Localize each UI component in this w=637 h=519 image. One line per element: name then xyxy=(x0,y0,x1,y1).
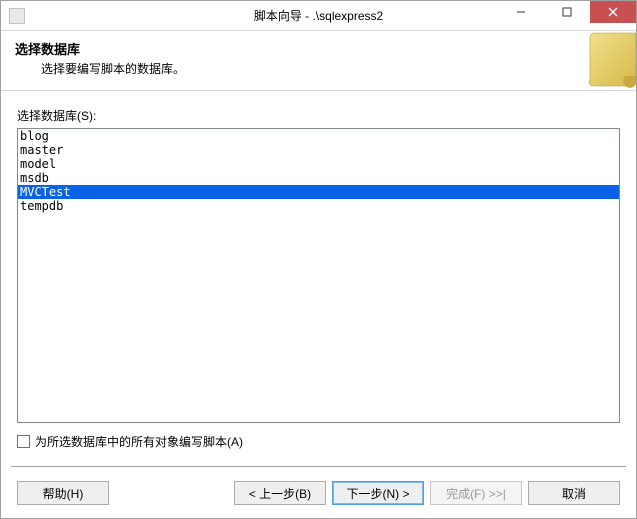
next-button[interactable]: 下一步(N) > xyxy=(332,481,424,505)
maximize-icon xyxy=(562,7,572,17)
page-subtitle: 选择要编写脚本的数据库。 xyxy=(41,60,622,77)
back-button[interactable]: < 上一步(B) xyxy=(234,481,326,505)
close-button[interactable] xyxy=(590,1,636,23)
list-item[interactable]: tempdb xyxy=(18,199,619,213)
script-all-checkbox[interactable] xyxy=(17,435,30,448)
minimize-icon xyxy=(516,7,526,17)
window-controls xyxy=(498,1,636,30)
minimize-button[interactable] xyxy=(498,1,544,23)
database-listbox[interactable]: blogmastermodelmsdbMVCTesttempdb xyxy=(17,128,620,423)
script-all-checkbox-row[interactable]: 为所选数据库中的所有对象编写脚本(A) xyxy=(17,433,620,450)
content-area: 选择数据库(S): blogmastermodelmsdbMVCTesttemp… xyxy=(1,91,636,458)
page-title: 选择数据库 xyxy=(15,39,622,58)
scroll-graphic xyxy=(586,31,636,91)
maximize-button[interactable] xyxy=(544,1,590,23)
help-button[interactable]: 帮助(H) xyxy=(17,481,109,505)
list-label: 选择数据库(S): xyxy=(17,107,620,124)
cancel-button[interactable]: 取消 xyxy=(528,481,620,505)
list-item[interactable]: blog xyxy=(18,129,619,143)
close-icon xyxy=(608,7,618,17)
list-item[interactable]: MVCTest xyxy=(18,185,619,199)
finish-button: 完成(F) >>| xyxy=(430,481,522,505)
wizard-window: 脚本向导 - .\sqlexpress2 选择数据库 选择要编写脚本的数据库。 xyxy=(0,0,637,519)
script-all-label: 为所选数据库中的所有对象编写脚本(A) xyxy=(35,433,243,450)
footer: 帮助(H) < 上一步(B) 下一步(N) > 完成(F) >>| 取消 xyxy=(1,468,636,518)
wizard-header: 选择数据库 选择要编写脚本的数据库。 xyxy=(1,31,636,91)
titlebar: 脚本向导 - .\sqlexpress2 xyxy=(1,1,636,31)
list-item[interactable]: msdb xyxy=(18,171,619,185)
app-icon xyxy=(9,8,25,24)
list-item[interactable]: master xyxy=(18,143,619,157)
list-item[interactable]: model xyxy=(18,157,619,171)
